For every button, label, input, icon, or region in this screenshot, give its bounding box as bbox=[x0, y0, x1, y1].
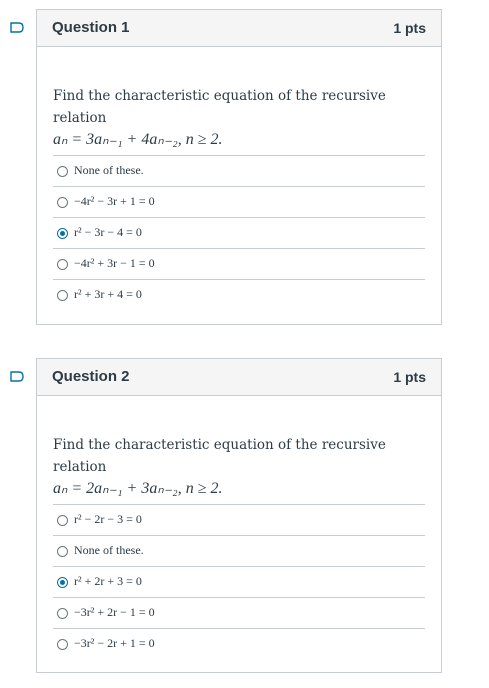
answer-option[interactable]: None of these. bbox=[53, 535, 425, 566]
radio-button[interactable] bbox=[57, 197, 68, 208]
radio-button[interactable] bbox=[57, 639, 68, 650]
question-card: Question 1 1 pts Find the characteristic… bbox=[36, 9, 442, 325]
question-prompt: Find the characteristic equation of the … bbox=[53, 88, 386, 126]
radio-button[interactable] bbox=[57, 515, 68, 526]
bookmark-flag-icon[interactable] bbox=[10, 371, 24, 382]
answer-label: None of these. bbox=[74, 163, 144, 177]
question-points: 1 pts bbox=[393, 20, 426, 36]
answer-label: r² − 3r − 4 = 0 bbox=[74, 225, 142, 239]
answer-option[interactable]: None of these. bbox=[53, 155, 425, 186]
answer-list: r² − 2r − 3 = 0 None of these. r² + 2r +… bbox=[53, 504, 425, 659]
answer-label: −4r² − 3r + 1 = 0 bbox=[74, 194, 155, 208]
answer-option[interactable]: r² − 3r − 4 = 0 bbox=[53, 217, 425, 248]
radio-button-selected[interactable] bbox=[57, 228, 68, 239]
answer-label: None of these. bbox=[74, 543, 144, 557]
answer-label: r² + 2r + 3 = 0 bbox=[74, 574, 142, 588]
answer-label: r² − 2r − 3 = 0 bbox=[74, 512, 142, 526]
answer-option[interactable]: −3r² + 2r − 1 = 0 bbox=[53, 597, 425, 628]
answer-option[interactable]: −3r² − 2r + 1 = 0 bbox=[53, 628, 425, 659]
question-title: Question 1 bbox=[52, 19, 130, 36]
question-relation: aₙ = 3aₙ₋₁ + 4aₙ₋₂, n ≥ 2. bbox=[53, 131, 223, 148]
bookmark-flag-icon[interactable] bbox=[10, 22, 24, 33]
question-prompt: Find the characteristic equation of the … bbox=[53, 437, 386, 475]
question-text: Find the characteristic equation of the … bbox=[53, 85, 433, 151]
question-text: Find the characteristic equation of the … bbox=[53, 434, 433, 500]
answer-option[interactable]: r² + 3r + 4 = 0 bbox=[53, 279, 425, 310]
answer-label: −3r² + 2r − 1 = 0 bbox=[74, 605, 155, 619]
question-header: Question 2 1 pts bbox=[37, 359, 441, 396]
answer-option[interactable]: r² − 2r − 3 = 0 bbox=[53, 504, 425, 535]
question-header: Question 1 1 pts bbox=[37, 10, 441, 47]
question-points: 1 pts bbox=[393, 369, 426, 385]
radio-button[interactable] bbox=[57, 546, 68, 557]
radio-button[interactable] bbox=[57, 608, 68, 619]
answer-list: None of these. −4r² − 3r + 1 = 0 r² − 3r… bbox=[53, 155, 425, 310]
answer-label: −3r² − 2r + 1 = 0 bbox=[74, 636, 155, 650]
answer-option[interactable]: r² + 2r + 3 = 0 bbox=[53, 566, 425, 597]
question-title: Question 2 bbox=[52, 368, 130, 385]
radio-button-selected[interactable] bbox=[57, 577, 68, 588]
answer-label: −4r² + 3r − 1 = 0 bbox=[74, 256, 155, 270]
answer-option[interactable]: −4r² + 3r − 1 = 0 bbox=[53, 248, 425, 279]
question-relation: aₙ = 2aₙ₋₁ + 3aₙ₋₂, n ≥ 2. bbox=[53, 480, 223, 497]
radio-button[interactable] bbox=[57, 259, 68, 270]
radio-button[interactable] bbox=[57, 166, 68, 177]
answer-option[interactable]: −4r² − 3r + 1 = 0 bbox=[53, 186, 425, 217]
radio-button[interactable] bbox=[57, 290, 68, 301]
question-card: Question 2 1 pts Find the characteristic… bbox=[36, 358, 442, 673]
answer-label: r² + 3r + 4 = 0 bbox=[74, 287, 142, 301]
